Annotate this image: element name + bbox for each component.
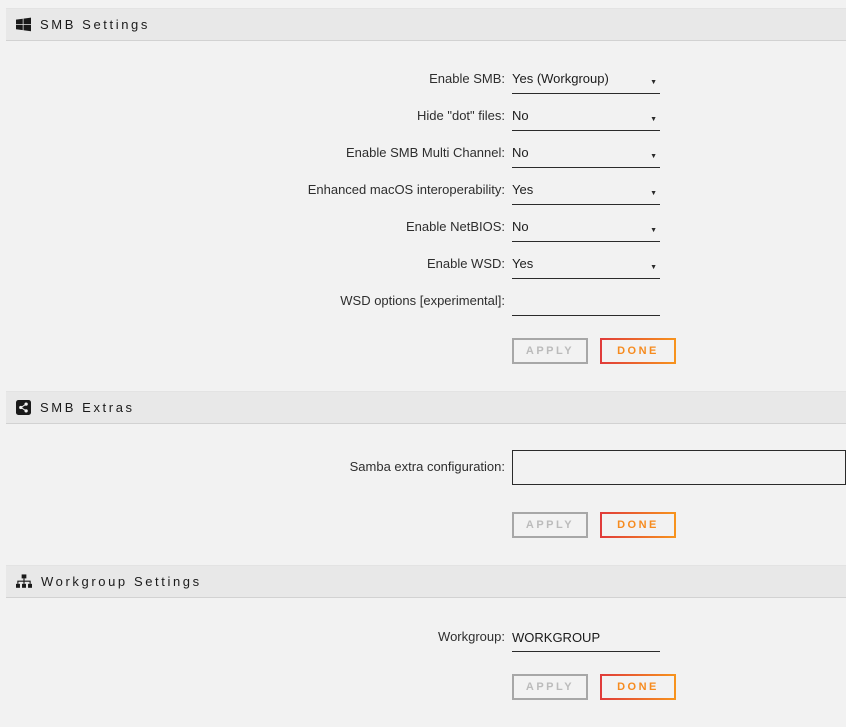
form-row-workgroup: Workgroup: — [0, 629, 846, 652]
section-title: SMB Settings — [40, 17, 150, 33]
select-value: No — [512, 145, 529, 161]
samba-extra-label: Samba extra configuration: — [0, 450, 505, 475]
sitemap-icon — [16, 574, 32, 589]
smb-extras-buttons: APPLY DONE — [512, 512, 846, 565]
netbios-label: Enable NetBIOS: — [0, 219, 505, 235]
hide-dot-files-select[interactable]: No ▼ — [512, 108, 660, 131]
macos-interop-label: Enhanced macOS interoperability: — [0, 182, 505, 198]
section-smb-extras: SMB Extras Samba extra configuration: AP… — [0, 391, 846, 565]
smb-settings-buttons: APPLY DONE — [512, 338, 846, 391]
smb-extras-form: Samba extra configuration: APPLY DONE — [0, 424, 846, 565]
select-value: Yes — [512, 256, 533, 272]
macos-interop-select[interactable]: Yes ▼ — [512, 182, 660, 205]
caret-down-icon: ▼ — [650, 219, 660, 239]
smb-settings-form: Enable SMB: Yes (Workgroup) ▼ Hide "dot"… — [0, 41, 846, 391]
apply-button[interactable]: APPLY — [512, 674, 588, 700]
windows-icon — [16, 17, 31, 32]
form-row-netbios: Enable NetBIOS: No ▼ — [0, 219, 846, 242]
form-row-hide-dot-files: Hide "dot" files: No ▼ — [0, 108, 846, 131]
workgroup-input[interactable] — [512, 629, 660, 652]
section-header-smb-settings: SMB Settings — [6, 8, 846, 41]
smb-multi-channel-label: Enable SMB Multi Channel: — [0, 145, 505, 161]
wsd-options-label: WSD options [experimental]: — [0, 293, 505, 309]
workgroup-form: Workgroup: APPLY DONE — [0, 598, 846, 727]
done-button[interactable]: DONE — [600, 338, 676, 364]
done-button[interactable]: DONE — [600, 674, 676, 700]
smb-multi-channel-select[interactable]: No ▼ — [512, 145, 660, 168]
caret-down-icon: ▼ — [650, 108, 660, 128]
caret-down-icon: ▼ — [650, 182, 660, 202]
form-row-enable-smb: Enable SMB: Yes (Workgroup) ▼ — [0, 71, 846, 94]
section-header-smb-extras: SMB Extras — [6, 391, 846, 424]
wsd-options-input[interactable] — [512, 293, 660, 316]
caret-down-icon: ▼ — [650, 145, 660, 165]
select-value: Yes — [512, 182, 533, 198]
form-row-smb-multi-channel: Enable SMB Multi Channel: No ▼ — [0, 145, 846, 168]
caret-down-icon: ▼ — [650, 256, 660, 276]
hide-dot-files-label: Hide "dot" files: — [0, 108, 505, 124]
apply-button[interactable]: APPLY — [512, 338, 588, 364]
section-smb-settings: SMB Settings Enable SMB: Yes (Workgroup)… — [0, 8, 846, 391]
form-row-samba-extra: Samba extra configuration: — [0, 450, 846, 485]
enable-smb-select[interactable]: Yes (Workgroup) ▼ — [512, 71, 660, 94]
section-title: SMB Extras — [40, 400, 135, 416]
form-row-macos-interop: Enhanced macOS interoperability: Yes ▼ — [0, 182, 846, 205]
share-icon — [16, 400, 31, 415]
netbios-select[interactable]: No ▼ — [512, 219, 660, 242]
section-header-workgroup-settings: Workgroup Settings — [6, 565, 846, 598]
section-workgroup-settings: Workgroup Settings Workgroup: APPLY DONE — [0, 565, 846, 727]
smb-settings-page: SMB Settings Enable SMB: Yes (Workgroup)… — [0, 8, 846, 727]
samba-extra-config-textarea[interactable] — [512, 450, 846, 485]
done-button[interactable]: DONE — [600, 512, 676, 538]
wsd-label: Enable WSD: — [0, 256, 505, 272]
select-value: No — [512, 219, 529, 235]
form-row-wsd-options: WSD options [experimental]: — [0, 293, 846, 316]
form-row-wsd: Enable WSD: Yes ▼ — [0, 256, 846, 279]
section-title: Workgroup Settings — [41, 574, 202, 590]
enable-smb-label: Enable SMB: — [0, 71, 505, 87]
wsd-select[interactable]: Yes ▼ — [512, 256, 660, 279]
workgroup-buttons: APPLY DONE — [512, 674, 846, 727]
apply-button[interactable]: APPLY — [512, 512, 588, 538]
select-value: Yes (Workgroup) — [512, 71, 609, 87]
workgroup-label: Workgroup: — [0, 629, 505, 645]
caret-down-icon: ▼ — [650, 71, 660, 91]
select-value: No — [512, 108, 529, 124]
